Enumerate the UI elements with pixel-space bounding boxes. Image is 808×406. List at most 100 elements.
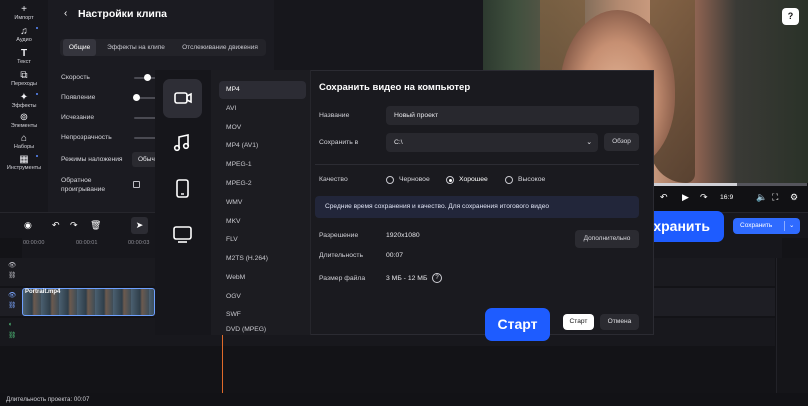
help-icon[interactable]: ?	[782, 8, 799, 25]
advanced-button[interactable]: Дополнительно	[575, 230, 639, 248]
chevron-down-icon: ⌄	[586, 139, 592, 146]
quality-option-label: Черновое	[399, 176, 430, 183]
rewind-icon[interactable]: ↶	[660, 192, 668, 203]
tab-clip-effects[interactable]: Эффекты на клипе	[102, 39, 170, 56]
format-item[interactable]: DVD (MPEG)	[219, 325, 306, 335]
quality-radio-draft[interactable]	[386, 176, 394, 184]
appearance-label: Появление	[61, 94, 96, 101]
trash-icon[interactable]: 🗑	[90, 220, 101, 231]
fullscreen-icon[interactable]: ⛶	[772, 192, 778, 203]
kits-icon: ⌂	[20, 133, 28, 144]
sidebar-item-text[interactable]: T Текст	[0, 48, 48, 65]
volume-icon[interactable]: 🔈	[756, 192, 767, 203]
reverse-label: Обратное проигрывание	[61, 177, 106, 193]
reverse-checkbox[interactable]	[133, 181, 140, 188]
sidebar-item-import[interactable]: + Импорт	[0, 4, 48, 21]
computer-export-icon[interactable]	[163, 79, 202, 118]
speaker-icon[interactable]: ◖	[8, 321, 12, 328]
cancel-button[interactable]: Отмена	[600, 314, 639, 330]
tv-export-icon[interactable]	[163, 214, 202, 253]
eye-icon[interactable]: 👁	[8, 291, 16, 299]
filesize-value: 3 МБ - 12 МБ	[386, 275, 428, 282]
play-icon[interactable]: ▶	[682, 192, 689, 203]
ruler-tick: 00:00:03	[128, 240, 150, 246]
gear-icon[interactable]: ⚙	[790, 192, 798, 203]
audio-export-icon[interactable]	[163, 124, 202, 163]
quality-option-label: Высокое	[518, 176, 546, 183]
quality-info: Средние время сохранения и качество. Для…	[315, 196, 639, 218]
save-path-select[interactable]: C:\ ⌄	[386, 133, 598, 152]
format-item[interactable]: MOV	[219, 119, 306, 137]
sidebar-item-audio[interactable]: ♫ Аудио	[0, 26, 48, 43]
speed-slider-knob[interactable]	[144, 74, 151, 81]
format-item[interactable]: MKV	[219, 213, 306, 231]
filesize-label: Размер файла	[319, 275, 366, 282]
start-button[interactable]: Старт	[563, 314, 594, 330]
sidebar-item-effects[interactable]: ✦ Эффекты	[0, 92, 48, 109]
new-dot	[36, 93, 38, 95]
divider	[315, 164, 639, 165]
divider	[784, 221, 785, 231]
sidebar-item-elements[interactable]: ⊚ Элементы	[0, 112, 48, 129]
format-item[interactable]: MP4 (AV1)	[219, 137, 306, 155]
opacity-label: Непрозрачность	[61, 134, 112, 141]
elements-icon: ⊚	[19, 112, 29, 123]
sidebar-item-transitions[interactable]: ⧉ Переходы	[0, 70, 48, 87]
sidebar-item-tools[interactable]: ▦ Инструменты	[0, 154, 48, 171]
appearance-slider-knob[interactable]	[133, 94, 140, 101]
save-button[interactable]: Сохранить ⌄	[733, 218, 800, 234]
undo-icon[interactable]: ↶	[52, 220, 60, 231]
tab-motion-tracking[interactable]: Отслеживание движения	[176, 39, 264, 56]
left-sidebar: + Импорт ♫ Аудио T Текст ⧉ Переходы ✦ Эф…	[0, 0, 48, 212]
eye-icon[interactable]: 👁	[8, 261, 16, 269]
panel-title: Настройки клипа	[78, 8, 168, 20]
back-arrow-icon[interactable]: ‹	[64, 8, 67, 19]
resolution-value: 1920x1080	[386, 232, 420, 239]
duration-label: Длительность	[319, 252, 364, 259]
format-item[interactable]: M2TS (H.264)	[219, 250, 306, 268]
quality-label: Качество	[319, 176, 348, 183]
link-icon[interactable]: ⛓	[8, 271, 16, 279]
status-bar: Длительность проекта: 00:07	[0, 393, 808, 406]
format-item[interactable]: AVI	[219, 100, 306, 118]
music-note-icon: ♫	[20, 26, 28, 37]
format-item[interactable]: SWF	[219, 306, 306, 324]
start-callout: Старт	[485, 308, 550, 341]
transitions-icon: ⧉	[20, 70, 28, 81]
format-item[interactable]: FLV	[219, 231, 306, 249]
redo-icon[interactable]: ↷	[70, 220, 78, 231]
blend-mode-label: Режимы наложения	[61, 156, 123, 163]
link-icon[interactable]: ⛓	[8, 331, 16, 339]
format-item-mp4[interactable]: MP4	[219, 81, 306, 99]
sidebar-item-kits[interactable]: ⌂ Наборы	[0, 133, 48, 150]
tab-general[interactable]: Общие	[63, 39, 96, 56]
format-item[interactable]: MPEG-2	[219, 175, 306, 193]
name-input[interactable]: Новый проект	[386, 106, 639, 125]
quality-option-label: Хорошее	[459, 176, 488, 183]
name-label: Название	[319, 112, 350, 119]
format-item[interactable]: WebM	[219, 269, 306, 287]
speed-label: Скорость	[61, 74, 90, 81]
pointer-tool-icon[interactable]: ➤	[131, 217, 148, 234]
browse-button[interactable]: Обзор	[604, 133, 639, 151]
resolution-label: Разрешение	[319, 232, 359, 239]
format-item[interactable]: OGV	[219, 288, 306, 306]
audio-level-meter	[776, 258, 808, 393]
chevron-down-icon[interactable]: ⌄	[789, 218, 794, 234]
fade-label: Исчезание	[61, 114, 95, 121]
info-icon[interactable]: ?	[432, 273, 442, 283]
quality-radio-high[interactable]	[505, 176, 513, 184]
playback-progress-fill	[653, 183, 737, 186]
quality-radio-good[interactable]	[446, 176, 454, 184]
new-dot	[36, 155, 38, 157]
format-item[interactable]: MPEG-1	[219, 156, 306, 174]
aspect-ratio-select[interactable]: 16:9	[720, 194, 733, 201]
link-icon[interactable]: ⛓	[8, 301, 16, 309]
forward-icon[interactable]: ↷	[700, 192, 708, 203]
mobile-export-icon[interactable]	[163, 169, 202, 208]
ruler-tick: 00:00:00	[23, 240, 45, 246]
format-item[interactable]: WMV	[219, 194, 306, 212]
opacity-slider[interactable]	[134, 137, 156, 139]
record-icon[interactable]: ◉	[24, 220, 32, 231]
fade-slider[interactable]	[134, 117, 156, 119]
